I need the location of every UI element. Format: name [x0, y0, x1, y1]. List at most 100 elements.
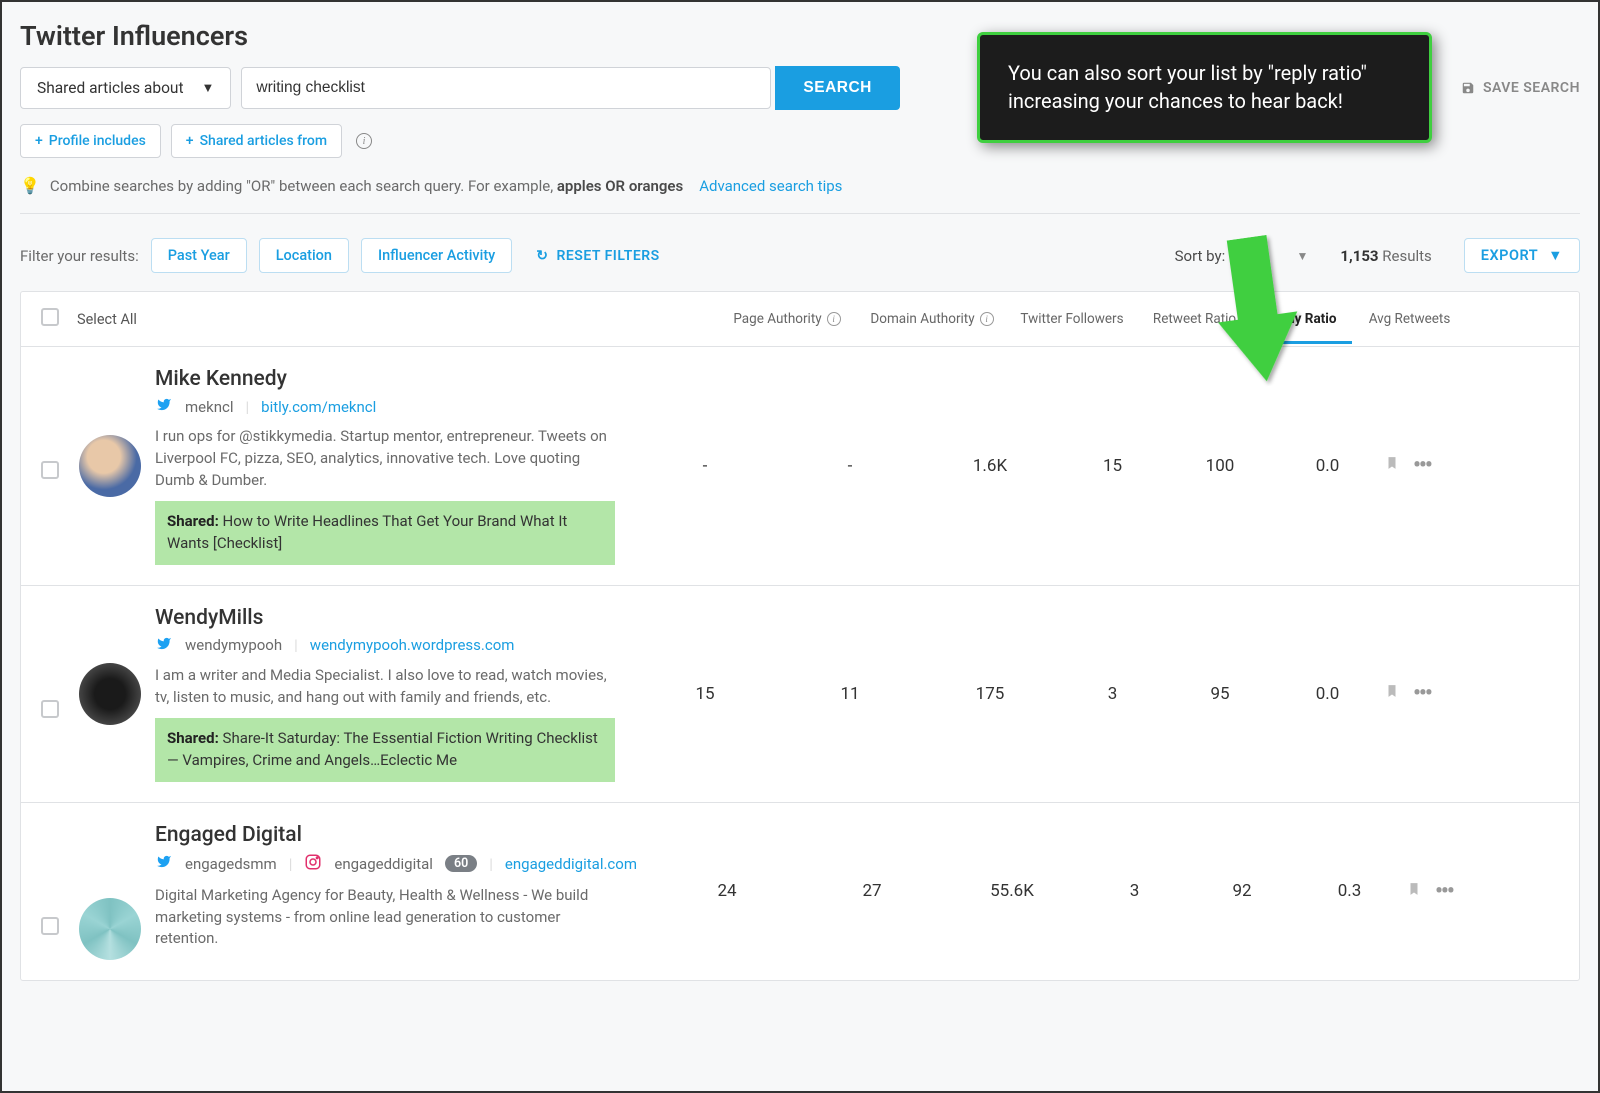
divider [20, 213, 1580, 214]
twitter-handle[interactable]: wendymypooh [185, 636, 282, 654]
table-header: Select All Page Authorityi Domain Author… [21, 292, 1579, 347]
cell-avg-retweets: 0.3 [1292, 881, 1407, 901]
export-button[interactable]: EXPORT ▼ [1464, 238, 1580, 273]
row-checkbox[interactable] [41, 700, 59, 718]
table-row: WendyMills wendymypooh | wendymypooh.wor… [21, 586, 1579, 803]
cell-domain-authority: - [775, 456, 925, 476]
profile-link[interactable]: wendymypooh.wordpress.com [310, 636, 515, 654]
bookmark-icon[interactable] [1407, 880, 1421, 903]
advanced-search-link[interactable]: Advanced search tips [699, 177, 842, 195]
cell-twitter-followers: 55.6K [947, 881, 1077, 901]
twitter-icon [155, 636, 173, 655]
table-row: Mike Kennedy mekncl | bitly.com/mekncl I… [21, 347, 1579, 586]
divider: | [294, 636, 298, 654]
info-icon[interactable]: i [356, 133, 372, 149]
shared-article: Shared: Share-It Saturday: The Essential… [155, 718, 615, 782]
more-icon[interactable]: ••• [1413, 453, 1431, 478]
cell-domain-authority: 11 [775, 684, 925, 704]
export-label: EXPORT [1481, 247, 1538, 264]
search-input[interactable] [241, 67, 771, 109]
influencer-bio: Digital Marketing Agency for Beauty, Hea… [155, 885, 625, 950]
save-search-button[interactable]: SAVE SEARCH [1461, 80, 1580, 96]
plus-icon: + [186, 133, 194, 149]
cell-twitter-followers: 1.6K [925, 456, 1055, 476]
annotation-arrow-icon [1187, 229, 1327, 394]
cell-page-authority: - [635, 456, 775, 476]
lightbulb-icon: 💡 [20, 176, 40, 195]
influencer-name[interactable]: Mike Kennedy [155, 367, 615, 391]
cell-twitter-followers: 175 [925, 684, 1055, 704]
cell-reply-ratio: 92 [1192, 881, 1292, 901]
cell-avg-retweets: 0.0 [1270, 684, 1385, 704]
avatar [79, 898, 141, 960]
col-twitter-followers[interactable]: Twitter Followers [1007, 311, 1137, 327]
plus-icon: + [35, 133, 43, 149]
table-row: Engaged Digital engagedsmm | engageddigi… [21, 803, 1579, 980]
results-count: 1,153 Results [1340, 247, 1431, 265]
shared-from-label: Shared articles from [200, 133, 327, 149]
col-page-authority[interactable]: Page Authorityi [717, 311, 857, 327]
cell-retweet-ratio: 3 [1077, 881, 1192, 901]
info-icon[interactable]: i [980, 312, 994, 326]
cell-page-authority: 15 [635, 684, 775, 704]
divider: | [246, 398, 250, 416]
reset-filters-label: RESET FILTERS [556, 248, 659, 264]
divider: | [489, 855, 493, 873]
bookmark-icon[interactable] [1385, 454, 1399, 477]
col-avg-retweets[interactable]: Avg Retweets [1352, 311, 1467, 327]
influencer-bio: I am a writer and Media Specialist. I al… [155, 665, 615, 709]
twitter-handle[interactable]: mekncl [185, 398, 234, 416]
filter-past-year[interactable]: Past Year [151, 238, 247, 273]
cell-domain-authority: 27 [797, 881, 947, 901]
cell-reply-ratio: 95 [1170, 684, 1270, 704]
filter-label: Filter your results: [20, 247, 139, 265]
select-all-label[interactable]: Select All [77, 311, 237, 328]
profile-link[interactable]: engageddigital.com [505, 855, 637, 873]
cell-reply-ratio: 100 [1170, 456, 1270, 476]
col-domain-authority[interactable]: Domain Authorityi [857, 311, 1007, 327]
profile-includes-label: Profile includes [49, 133, 146, 149]
avatar [79, 663, 141, 725]
profile-includes-chip[interactable]: + Profile includes [20, 124, 161, 158]
shared-article: Shared: How to Write Headlines That Get … [155, 501, 615, 565]
cell-avg-retweets: 0.0 [1270, 456, 1385, 476]
chevron-down-icon: ▼ [202, 80, 215, 96]
select-all-checkbox[interactable] [41, 308, 59, 326]
search-button[interactable]: SEARCH [775, 66, 899, 110]
influencers-table: Select All Page Authorityi Domain Author… [20, 291, 1580, 981]
cell-retweet-ratio: 15 [1055, 456, 1170, 476]
instagram-icon [304, 853, 322, 875]
avatar [79, 435, 141, 497]
influencer-name[interactable]: WendyMills [155, 606, 615, 630]
info-icon[interactable]: i [827, 312, 841, 326]
row-checkbox[interactable] [41, 917, 59, 935]
annotation-callout: You can also sort your list by "reply ra… [977, 32, 1432, 143]
more-icon[interactable]: ••• [1413, 681, 1431, 706]
row-checkbox[interactable] [41, 461, 59, 479]
instagram-handle[interactable]: engageddigital [334, 855, 433, 873]
chevron-down-icon: ▼ [1548, 247, 1563, 264]
filter-location[interactable]: Location [259, 238, 349, 273]
filter-activity[interactable]: Influencer Activity [361, 238, 512, 273]
follower-badge: 60 [445, 855, 477, 872]
save-search-label: SAVE SEARCH [1483, 80, 1580, 96]
page-title: Twitter Influencers [20, 20, 248, 52]
twitter-icon [155, 397, 173, 416]
influencer-name[interactable]: Engaged Digital [155, 823, 637, 847]
shared-articles-from-chip[interactable]: + Shared articles from [171, 124, 342, 158]
twitter-icon [155, 854, 173, 873]
tip-text: Combine searches by adding "OR" between … [50, 177, 683, 195]
more-icon[interactable]: ••• [1435, 879, 1453, 904]
profile-link[interactable]: bitly.com/mekncl [261, 398, 376, 416]
search-scope-dropdown[interactable]: Shared articles about ▼ [20, 67, 231, 109]
reset-filters-button[interactable]: ↻ RESET FILTERS [536, 248, 659, 264]
cell-retweet-ratio: 3 [1055, 684, 1170, 704]
refresh-icon: ↻ [536, 248, 548, 264]
cell-page-authority: 24 [657, 881, 797, 901]
divider: | [289, 855, 293, 873]
save-icon [1461, 81, 1475, 95]
twitter-handle[interactable]: engagedsmm [185, 855, 277, 873]
influencer-bio: I run ops for @stikkymedia. Startup ment… [155, 426, 615, 491]
bookmark-icon[interactable] [1385, 682, 1399, 705]
search-scope-label: Shared articles about [37, 79, 184, 97]
